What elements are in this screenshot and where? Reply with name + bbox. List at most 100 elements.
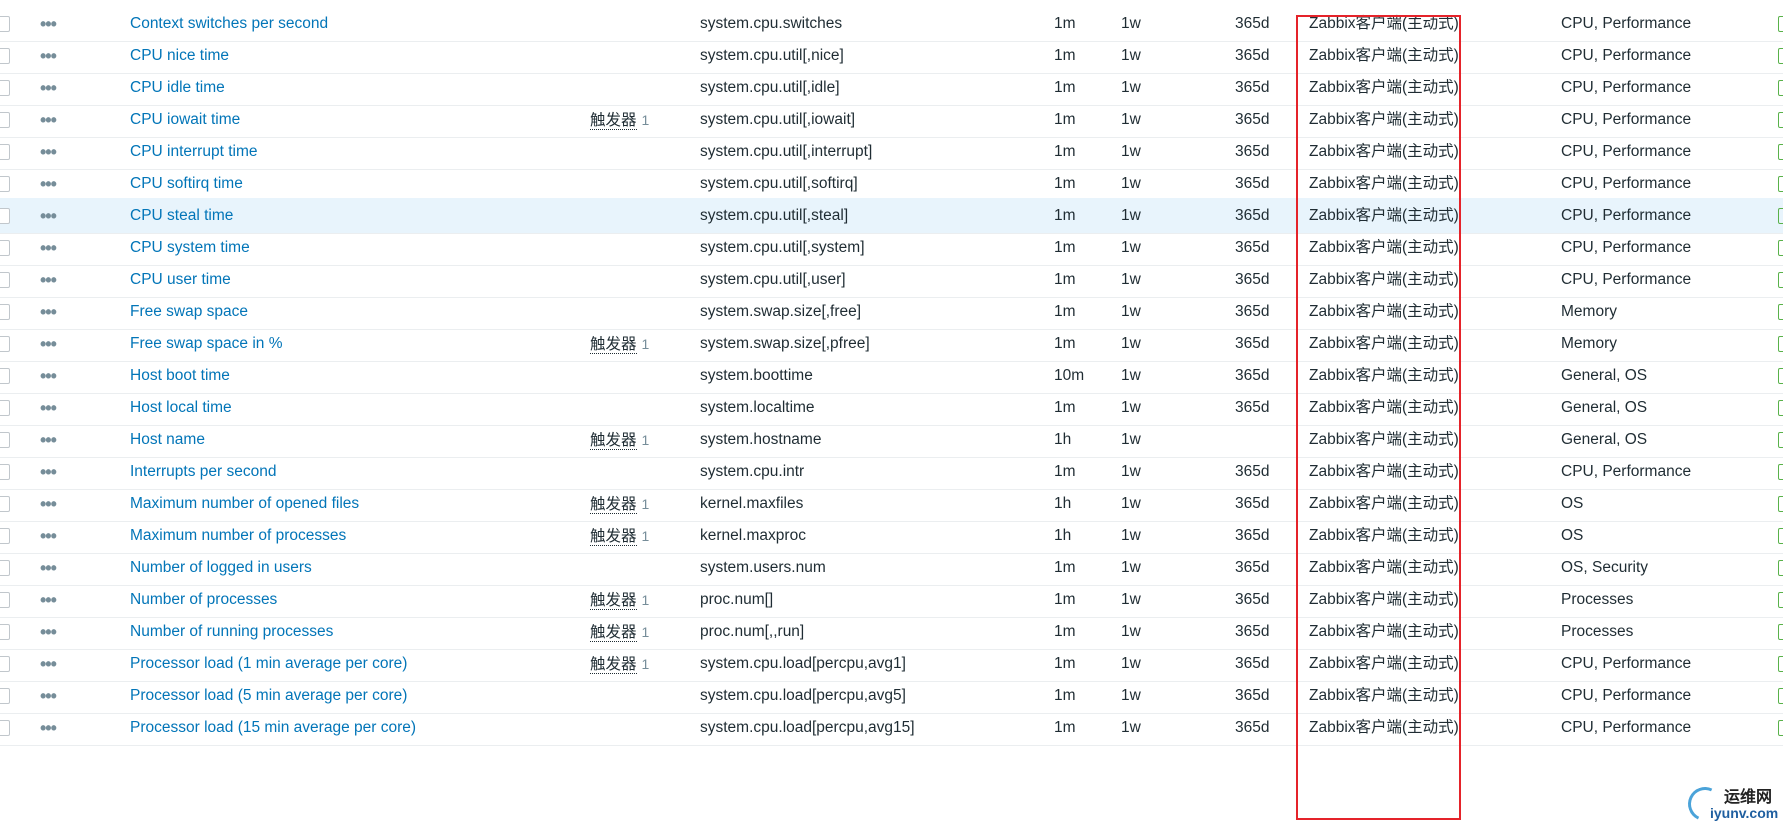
status-toggle[interactable]: [1778, 48, 1783, 64]
status-toggle[interactable]: [1778, 432, 1783, 448]
more-actions-icon[interactable]: •••: [40, 390, 57, 426]
more-actions-icon[interactable]: •••: [40, 518, 57, 554]
status-toggle[interactable]: [1778, 592, 1783, 608]
more-actions-icon[interactable]: •••: [40, 198, 57, 234]
item-name-link[interactable]: CPU steal time: [130, 198, 233, 234]
row-checkbox[interactable]: [0, 16, 10, 32]
triggers-label[interactable]: 触发器: [590, 336, 637, 355]
row-checkbox[interactable]: [0, 48, 10, 64]
item-name-link[interactable]: Host local time: [130, 390, 232, 426]
more-actions-icon[interactable]: •••: [40, 70, 57, 106]
item-name-link[interactable]: Free swap space: [130, 294, 248, 330]
more-actions-icon[interactable]: •••: [40, 166, 57, 202]
triggers-link[interactable]: 触发器 1: [590, 614, 649, 650]
triggers-label[interactable]: 触发器: [590, 432, 637, 451]
item-name-link[interactable]: CPU idle time: [130, 70, 225, 106]
status-toggle[interactable]: [1778, 240, 1783, 256]
more-actions-icon[interactable]: •••: [40, 646, 57, 682]
more-actions-icon[interactable]: •••: [40, 454, 57, 490]
triggers-label[interactable]: 触发器: [590, 112, 637, 131]
status-toggle[interactable]: [1778, 656, 1783, 672]
row-checkbox[interactable]: [0, 368, 10, 384]
row-checkbox[interactable]: [0, 336, 10, 352]
item-name-link[interactable]: CPU interrupt time: [130, 134, 257, 170]
item-name-link[interactable]: CPU user time: [130, 262, 231, 298]
more-actions-icon[interactable]: •••: [40, 678, 57, 714]
more-actions-icon[interactable]: •••: [40, 294, 57, 330]
triggers-label[interactable]: 触发器: [590, 592, 637, 611]
status-toggle[interactable]: [1778, 304, 1783, 320]
item-name-link[interactable]: CPU iowait time: [130, 102, 240, 138]
row-checkbox[interactable]: [0, 240, 10, 256]
more-actions-icon[interactable]: •••: [40, 102, 57, 138]
triggers-link[interactable]: 触发器 1: [590, 422, 649, 458]
more-actions-icon[interactable]: •••: [40, 230, 57, 266]
triggers-label[interactable]: 触发器: [590, 496, 637, 515]
status-toggle[interactable]: [1778, 400, 1783, 416]
triggers-link[interactable]: 触发器 1: [590, 326, 649, 362]
row-checkbox[interactable]: [0, 624, 10, 640]
item-name-link[interactable]: CPU softirq time: [130, 166, 243, 202]
row-checkbox[interactable]: [0, 528, 10, 544]
more-actions-icon[interactable]: •••: [40, 710, 57, 746]
more-actions-icon[interactable]: •••: [40, 6, 57, 42]
more-actions-icon[interactable]: •••: [40, 486, 57, 522]
status-toggle[interactable]: [1778, 272, 1783, 288]
item-name-link[interactable]: Number of logged in users: [130, 550, 312, 586]
more-actions-icon[interactable]: •••: [40, 134, 57, 170]
status-toggle[interactable]: [1778, 528, 1783, 544]
more-actions-icon[interactable]: •••: [40, 614, 57, 650]
more-actions-icon[interactable]: •••: [40, 422, 57, 458]
triggers-label[interactable]: 触发器: [590, 656, 637, 675]
item-name-link[interactable]: Number of running processes: [130, 614, 333, 650]
item-name-link[interactable]: Host name: [130, 422, 205, 458]
row-checkbox[interactable]: [0, 656, 10, 672]
row-checkbox[interactable]: [0, 592, 10, 608]
status-toggle[interactable]: [1778, 368, 1783, 384]
item-name-link[interactable]: Maximum number of opened files: [130, 486, 359, 522]
status-toggle[interactable]: [1778, 496, 1783, 512]
row-checkbox[interactable]: [0, 176, 10, 192]
triggers-label[interactable]: 触发器: [590, 624, 637, 643]
triggers-label[interactable]: 触发器: [590, 528, 637, 547]
status-toggle[interactable]: [1778, 624, 1783, 640]
row-checkbox[interactable]: [0, 432, 10, 448]
item-name-link[interactable]: Free swap space in %: [130, 326, 283, 362]
item-name-link[interactable]: Host boot time: [130, 358, 230, 394]
status-toggle[interactable]: [1778, 176, 1783, 192]
more-actions-icon[interactable]: •••: [40, 326, 57, 362]
triggers-link[interactable]: 触发器 1: [590, 518, 649, 554]
triggers-link[interactable]: 触发器 1: [590, 102, 649, 138]
more-actions-icon[interactable]: •••: [40, 550, 57, 586]
row-checkbox[interactable]: [0, 400, 10, 416]
more-actions-icon[interactable]: •••: [40, 262, 57, 298]
more-actions-icon[interactable]: •••: [40, 38, 57, 74]
status-toggle[interactable]: [1778, 688, 1783, 704]
more-actions-icon[interactable]: •••: [40, 582, 57, 618]
triggers-link[interactable]: 触发器 1: [590, 486, 649, 522]
status-toggle[interactable]: [1778, 336, 1783, 352]
item-name-link[interactable]: Processor load (15 min average per core): [130, 710, 416, 746]
triggers-link[interactable]: 触发器 1: [590, 582, 649, 618]
row-checkbox[interactable]: [0, 304, 10, 320]
row-checkbox[interactable]: [0, 272, 10, 288]
row-checkbox[interactable]: [0, 688, 10, 704]
row-checkbox[interactable]: [0, 144, 10, 160]
row-checkbox[interactable]: [0, 112, 10, 128]
status-toggle[interactable]: [1778, 80, 1783, 96]
status-toggle[interactable]: [1778, 112, 1783, 128]
status-toggle[interactable]: [1778, 464, 1783, 480]
triggers-link[interactable]: 触发器 1: [590, 646, 649, 682]
item-name-link[interactable]: CPU system time: [130, 230, 250, 266]
row-checkbox[interactable]: [0, 80, 10, 96]
status-toggle[interactable]: [1778, 720, 1783, 736]
item-name-link[interactable]: Maximum number of processes: [130, 518, 346, 554]
more-actions-icon[interactable]: •••: [40, 358, 57, 394]
row-checkbox[interactable]: [0, 720, 10, 736]
status-toggle[interactable]: [1778, 560, 1783, 576]
item-name-link[interactable]: Context switches per second: [130, 6, 328, 42]
row-checkbox[interactable]: [0, 464, 10, 480]
item-name-link[interactable]: Processor load (5 min average per core): [130, 678, 407, 714]
row-checkbox[interactable]: [0, 496, 10, 512]
item-name-link[interactable]: Number of processes: [130, 582, 277, 618]
